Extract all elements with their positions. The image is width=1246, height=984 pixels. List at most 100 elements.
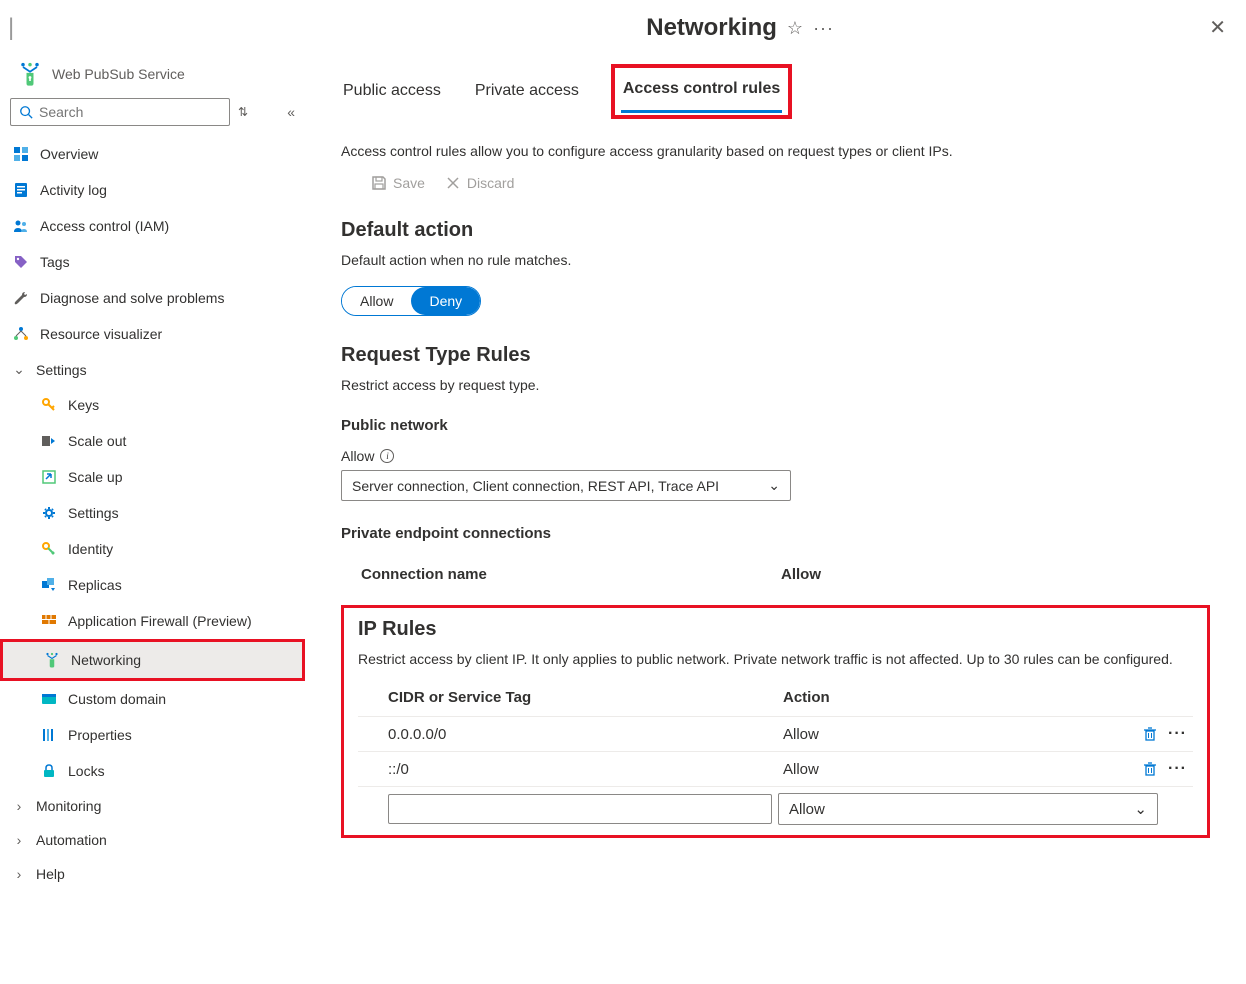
ip-rule-cidr: 0.0.0.0/0 <box>388 726 783 743</box>
sidebar-group-monitoring[interactable]: › Monitoring <box>0 789 305 823</box>
visualizer-icon <box>12 325 30 343</box>
save-label: Save <box>393 175 425 191</box>
discard-button[interactable]: Discard <box>445 175 514 191</box>
sidebar-item-iam[interactable]: Access control (IAM) <box>0 208 305 244</box>
cidr-column: CIDR or Service Tag <box>388 689 783 706</box>
properties-icon <box>40 726 58 744</box>
sidebar-item-activity-log[interactable]: Activity log <box>0 172 305 208</box>
sidebar-item-diagnose[interactable]: Diagnose and solve problems <box>0 280 305 316</box>
nav-label: Locks <box>68 763 105 779</box>
toggle-allow[interactable]: Allow <box>342 287 411 315</box>
sort-updown-icon[interactable]: ⇅ <box>238 105 248 119</box>
lock-icon <box>40 762 58 780</box>
delete-rule-icon[interactable] <box>1142 761 1158 777</box>
sidebar-item-settings-sub[interactable]: Settings <box>0 495 305 531</box>
nav-label: Diagnose and solve problems <box>40 290 224 306</box>
sidebar-item-custom-domain[interactable]: Custom domain <box>0 681 305 717</box>
nav-label: Properties <box>68 727 132 743</box>
sidebar-item-locks[interactable]: Locks <box>0 753 305 789</box>
nav-label: Settings <box>68 505 119 521</box>
sidebar-search-input[interactable] <box>10 98 230 126</box>
default-action-heading: Default action <box>341 219 1210 242</box>
nav-label: Identity <box>68 541 113 557</box>
wrench-icon <box>12 289 30 307</box>
firewall-icon <box>40 612 58 630</box>
chevron-down-icon: ⌄ <box>12 361 26 378</box>
ip-rule-row: ::/0 Allow ··· <box>358 751 1193 786</box>
gear-icon <box>40 504 58 522</box>
nav-label: Scale out <box>68 433 126 449</box>
key-icon <box>40 396 58 414</box>
nav-label: Keys <box>68 397 99 413</box>
sidebar-item-overview[interactable]: Overview <box>0 136 305 172</box>
ip-rules-heading: IP Rules <box>358 618 1193 641</box>
sidebar-item-visualizer[interactable]: Resource visualizer <box>0 316 305 352</box>
ip-rule-cidr: ::/0 <box>388 761 783 778</box>
ip-rule-action: Allow <box>783 726 1142 743</box>
nav-label: Replicas <box>68 577 122 593</box>
log-icon <box>12 181 30 199</box>
tabs: Public access Private access Access cont… <box>341 64 1210 119</box>
tab-access-control-rules[interactable]: Access control rules <box>621 70 782 113</box>
service-name: Web PubSub Service <box>52 66 185 82</box>
sidebar-group-help[interactable]: › Help <box>0 857 305 891</box>
page-title: Networking <box>646 14 777 42</box>
nav-label: Monitoring <box>36 798 101 814</box>
info-icon[interactable]: i <box>380 449 394 463</box>
more-options-icon[interactable]: ··· <box>1168 725 1187 743</box>
ip-rule-row: 0.0.0.0/0 Allow ··· <box>358 716 1193 751</box>
ip-rules-desc: Restrict access by client IP. It only ap… <box>358 651 1193 667</box>
new-cidr-input[interactable] <box>388 794 772 824</box>
request-type-rules-heading: Request Type Rules <box>341 344 1210 367</box>
new-action-select[interactable]: Allow ⌄ <box>778 793 1158 825</box>
ip-rule-action: Allow <box>783 761 1142 778</box>
sidebar-group-settings[interactable]: ⌄ Settings <box>0 352 305 387</box>
sidebar-item-tags[interactable]: Tags <box>0 244 305 280</box>
overview-icon <box>12 145 30 163</box>
nav-label: Settings <box>36 362 87 378</box>
nav-label: Resource visualizer <box>40 326 162 342</box>
save-button[interactable]: Save <box>371 175 425 191</box>
collapse-sidebar-icon[interactable]: « <box>287 104 295 120</box>
delete-rule-icon[interactable] <box>1142 726 1158 742</box>
sidebar-item-networking[interactable]: Networking <box>3 642 302 678</box>
sidebar-item-properties[interactable]: Properties <box>0 717 305 753</box>
sidebar-item-replicas[interactable]: Replicas <box>0 567 305 603</box>
allow-dropdown[interactable]: Server connection, Client connection, RE… <box>341 470 791 501</box>
sidebar-item-scale-up[interactable]: Scale up <box>0 459 305 495</box>
tab-public-access[interactable]: Public access <box>341 72 443 112</box>
chevron-right-icon: › <box>12 832 26 848</box>
sidebar: Web PubSub Service ⇅ « Overview Activity… <box>0 56 305 895</box>
more-horizontal-icon[interactable]: ··· <box>813 18 834 39</box>
search-icon <box>19 105 33 119</box>
chevron-right-icon: › <box>12 798 26 814</box>
nav-label: Help <box>36 866 65 882</box>
service-logo-icon <box>16 60 44 88</box>
sidebar-item-keys[interactable]: Keys <box>0 387 305 423</box>
default-action-toggle[interactable]: Allow Deny <box>341 286 481 316</box>
sidebar-item-scale-out[interactable]: Scale out <box>0 423 305 459</box>
request-type-rules-desc: Restrict access by request type. <box>341 377 1210 393</box>
main-content: Public access Private access Access cont… <box>305 56 1246 895</box>
people-icon <box>12 217 30 235</box>
chevron-right-icon: › <box>12 866 26 882</box>
sidebar-item-identity[interactable]: Identity <box>0 531 305 567</box>
nav-label: Automation <box>36 832 107 848</box>
page-header: | Networking ☆ ··· ✕ <box>0 0 1246 56</box>
more-options-icon[interactable]: ··· <box>1168 760 1187 778</box>
favorite-star-icon[interactable]: ☆ <box>787 18 803 39</box>
close-icon[interactable]: ✕ <box>1209 18 1226 38</box>
scale-up-icon <box>40 468 58 486</box>
tab-private-access[interactable]: Private access <box>473 72 581 112</box>
networking-icon <box>43 651 61 669</box>
connection-name-column: Connection name <box>361 566 781 583</box>
domain-icon <box>40 690 58 708</box>
nav-label: Overview <box>40 146 98 162</box>
chevron-down-icon: ⌄ <box>1134 800 1147 818</box>
sidebar-item-firewall[interactable]: Application Firewall (Preview) <box>0 603 305 639</box>
sidebar-group-automation[interactable]: › Automation <box>0 823 305 857</box>
nav-label: Scale up <box>68 469 122 485</box>
toggle-deny[interactable]: Deny <box>411 287 480 315</box>
action-column: Action <box>783 689 1173 706</box>
nav-label: Custom domain <box>68 691 166 707</box>
